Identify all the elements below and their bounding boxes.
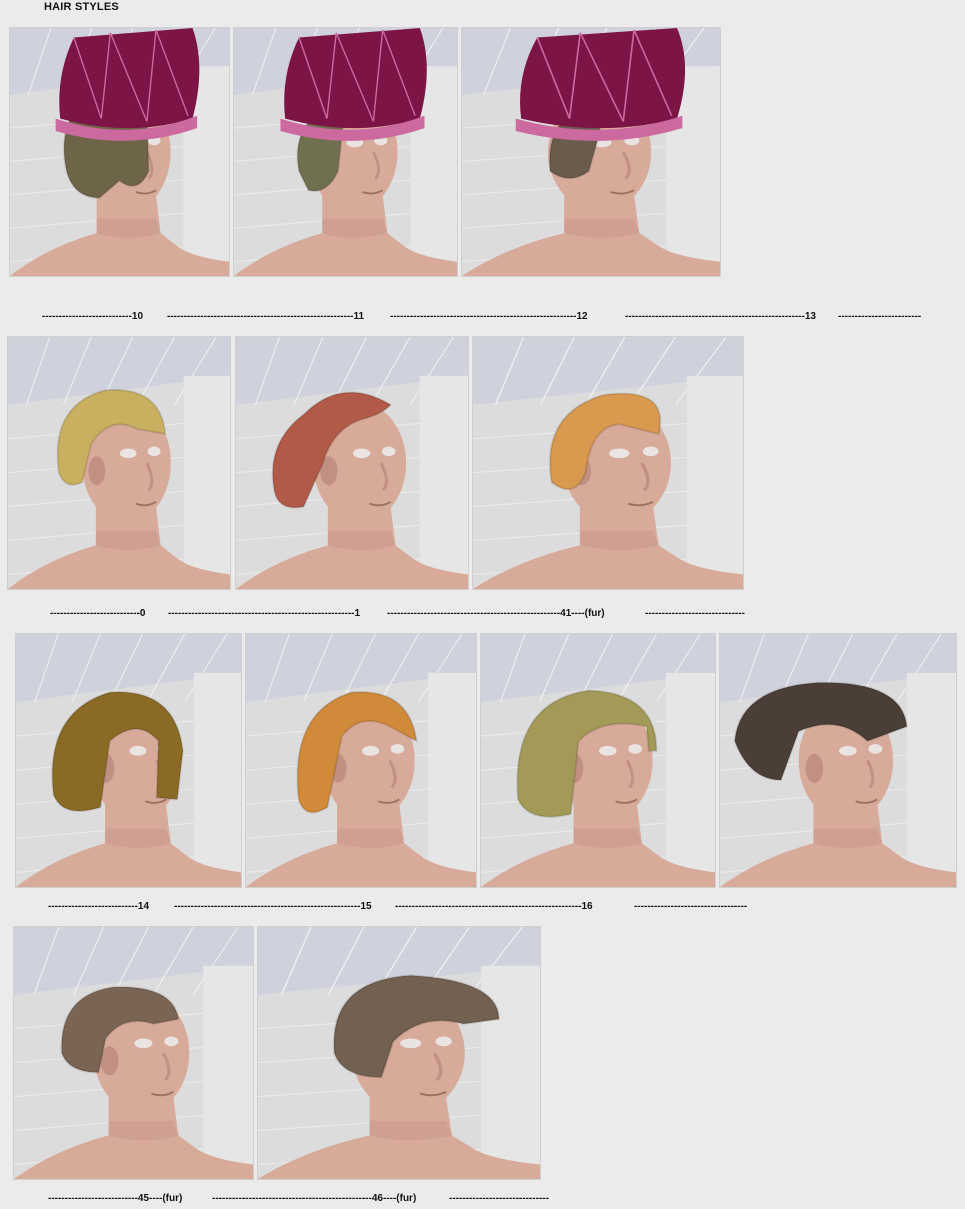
- hair-style-caption-row: ---------------------------45----(fur) -…: [0, 1193, 965, 1207]
- hair-style-render: [16, 634, 241, 887]
- caption-segment: ------------------------------: [449, 1193, 549, 1204]
- hair-style-render: [10, 28, 229, 276]
- hair-style-thumbnail[interactable]: [480, 633, 716, 888]
- hair-style-thumbnail[interactable]: [9, 27, 230, 277]
- caption-segment: ----------------------------------: [634, 901, 748, 912]
- caption-segment: ----------------------------------------…: [212, 1193, 417, 1204]
- hair-style-caption-row: ---------------------------14 ----------…: [0, 901, 965, 915]
- caption-segment: ----------------------------------------…: [168, 608, 361, 619]
- caption-segment: ---------------------------10: [42, 311, 144, 322]
- hair-style-render: [258, 927, 540, 1179]
- caption-segment: ---------------------------45----(fur): [48, 1193, 183, 1204]
- caption-segment: ----------------------------------------…: [390, 311, 588, 322]
- caption-segment: ----------------------------------------…: [625, 311, 816, 322]
- hair-style-thumbnail[interactable]: [245, 633, 477, 888]
- caption-segment: ---------------------------14: [48, 901, 150, 912]
- hair-style-thumbnail[interactable]: [7, 336, 231, 590]
- hair-style-render: [462, 28, 720, 276]
- hair-style-thumbnail[interactable]: [719, 633, 957, 888]
- caption-segment: ----------------------------------------…: [387, 608, 605, 619]
- hair-style-render: [236, 337, 468, 589]
- hair-style-thumbnail[interactable]: [257, 926, 541, 1180]
- hair-style-render: [234, 28, 457, 276]
- caption-segment: ----------------------------------------…: [395, 901, 593, 912]
- hair-style-thumbnail[interactable]: [235, 336, 469, 590]
- hair-style-caption-row: ---------------------------0 -----------…: [0, 608, 965, 622]
- page-title: HAIR STYLES: [44, 1, 119, 13]
- hair-style-render: [14, 927, 253, 1179]
- hair-style-thumbnail[interactable]: [233, 27, 458, 277]
- hair-style-caption-row: ---------------------------10 ----------…: [0, 311, 965, 325]
- hair-style-render: [481, 634, 715, 887]
- hair-style-render: [8, 337, 230, 589]
- caption-segment: ---------------------------0: [50, 608, 146, 619]
- hair-style-render: [246, 634, 476, 887]
- hair-style-thumbnail[interactable]: [15, 633, 242, 888]
- hair-style-thumbnail[interactable]: [472, 336, 744, 590]
- caption-segment: ------------------------------: [645, 608, 745, 619]
- caption-segment: ----------------------------------------…: [174, 901, 372, 912]
- hair-style-render: [720, 634, 956, 887]
- hair-style-render: [473, 337, 743, 589]
- hair-style-thumbnail[interactable]: [13, 926, 254, 1180]
- hair-style-thumbnail[interactable]: [461, 27, 721, 277]
- caption-segment: ----------------------------------------…: [167, 311, 365, 322]
- caption-segment: -------------------------: [838, 311, 922, 322]
